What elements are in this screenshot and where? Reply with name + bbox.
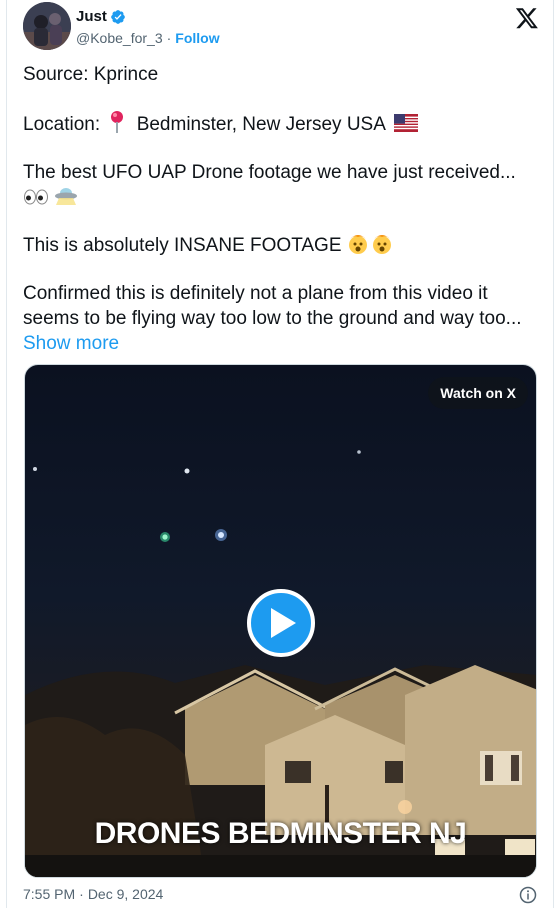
tweet-time[interactable]: 7:55 PM: [23, 886, 75, 902]
video-caption: DRONES BEDMINSTER NJ: [94, 817, 467, 850]
source-line: Source: Kprince: [23, 64, 159, 85]
x-logo-icon[interactable]: [515, 6, 539, 30]
headline-line: The best UFO UAP Drone footage we have j…: [23, 160, 541, 210]
tweet-text: Source: Kprince Location: Bedminster, Ne…: [23, 62, 541, 356]
play-icon: [271, 608, 296, 638]
confirmed-text: Confirmed this is definitely not a plane…: [23, 283, 522, 329]
name-row: Just: [76, 8, 126, 25]
play-button[interactable]: [247, 589, 315, 657]
handle[interactable]: @Kobe_for_3: [76, 30, 163, 46]
insane-line: This is absolutely INSANE FOOTAGE: [23, 233, 541, 258]
headline-text: The best UFO UAP Drone footage we have j…: [23, 162, 516, 183]
tweet-header: Just @Kobe_for_3 · Follow: [23, 2, 539, 50]
separator-dot: ·: [166, 30, 172, 46]
tweet-card: Just @Kobe_for_3 · Follow Source: Kprinc…: [6, 0, 554, 908]
handle-row: @Kobe_for_3 · Follow: [76, 30, 220, 46]
timestamp-separator: ·: [79, 886, 84, 902]
verified-badge-icon: [111, 9, 125, 24]
exploding-head-icon: [348, 235, 391, 254]
location-label: Location:: [23, 114, 101, 135]
tweet-date[interactable]: Dec 9, 2024: [88, 886, 164, 902]
show-more-link[interactable]: Show more: [23, 333, 119, 354]
ufo-icon: [55, 188, 78, 205]
insane-text: This is absolutely INSANE FOOTAGE: [23, 235, 342, 256]
avatar[interactable]: [23, 2, 71, 50]
location-line: Location: Bedminster, New Jersey USA: [23, 110, 541, 137]
video-player[interactable]: Watch on X DRONES BEDMINSTER NJ: [24, 364, 537, 878]
eyes-icon: [24, 189, 48, 205]
watch-on-x-button[interactable]: Watch on X: [428, 377, 528, 409]
confirmed-line: Confirmed this is definitely not a plane…: [23, 281, 541, 356]
info-icon[interactable]: [519, 886, 537, 904]
us-flag-icon: [394, 114, 419, 132]
follow-button[interactable]: Follow: [175, 30, 219, 46]
tweet-timestamp[interactable]: 7:55 PM · Dec 9, 2024: [23, 886, 541, 902]
display-name[interactable]: Just: [76, 8, 107, 25]
location-value: Bedminster, New Jersey USA: [136, 114, 385, 135]
pushpin-icon: [111, 111, 124, 133]
